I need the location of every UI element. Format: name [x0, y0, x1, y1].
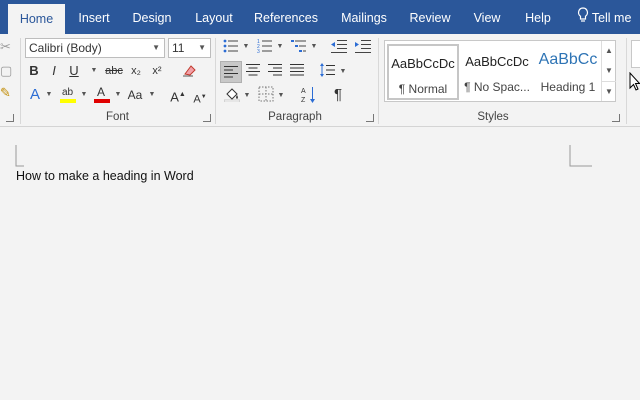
document-text[interactable]: How to make a heading in Word — [16, 169, 194, 183]
font-color-button[interactable]: A — [93, 84, 111, 103]
tab-view[interactable]: View — [464, 0, 510, 34]
sort-icon[interactable]: AZ — [300, 86, 318, 104]
tell-me-search[interactable]: Tell me — [568, 0, 640, 34]
tab-home[interactable]: Home — [8, 4, 65, 34]
grow-font-label: A — [170, 89, 179, 105]
font-size-select[interactable]: 11 ▼ — [168, 38, 211, 58]
tab-mailings[interactable]: Mailings — [332, 0, 396, 34]
paragraph-group-label: Paragraph — [268, 111, 322, 123]
mouse-cursor-icon — [629, 71, 640, 97]
gallery-scroll-up-icon[interactable]: ▲ — [601, 41, 616, 61]
ribbon-tab-bar: Home Insert Design Layout References Mai… — [0, 0, 640, 34]
align-center-button[interactable] — [245, 63, 261, 81]
shading-icon[interactable] — [223, 86, 241, 104]
font-family-select[interactable]: Calibri (Body) ▼ — [25, 38, 165, 58]
style-no-spacing[interactable]: AaBbCcDc ¶ No Spac... — [461, 44, 533, 100]
style-heading-1[interactable]: AaBbCc Heading 1 — [533, 44, 603, 100]
gallery-more-icon[interactable]: ▼ — [601, 81, 616, 101]
line-spacing-icon[interactable] — [318, 62, 336, 80]
svg-text:A: A — [97, 85, 105, 99]
bullets-icon[interactable] — [222, 38, 240, 56]
style-normal[interactable]: AaBbCcDc ¶ Normal — [387, 44, 459, 100]
superscript-button[interactable]: x² — [149, 62, 165, 80]
tell-me-label: Tell me — [591, 11, 632, 25]
align-right-button[interactable] — [267, 63, 283, 81]
font-size-value: 11 — [172, 41, 185, 55]
justify-button[interactable] — [289, 63, 305, 81]
lightbulb-icon — [577, 1, 589, 37]
clear-formatting-icon[interactable] — [180, 62, 198, 80]
svg-text:ab: ab — [62, 87, 74, 98]
tab-references[interactable]: References — [248, 0, 324, 34]
styles-gallery: AaBbCcDc ¶ Normal AaBbCcDc ¶ No Spac... … — [384, 40, 616, 102]
grow-font-button[interactable]: A▲ — [170, 86, 186, 104]
find-box-partial[interactable] — [631, 40, 640, 68]
svg-text:A: A — [301, 88, 306, 95]
multilevel-list-icon[interactable] — [290, 38, 308, 56]
numbering-icon[interactable]: 123 — [256, 38, 274, 56]
svg-text:3: 3 — [257, 49, 260, 54]
style-heading-1-sample: AaBbCc — [538, 51, 598, 68]
numbering-dropdown-icon[interactable]: ▼ — [276, 38, 284, 56]
text-effects-button[interactable]: A — [28, 86, 42, 104]
tab-review[interactable]: Review — [404, 0, 456, 34]
style-heading-1-name: Heading 1 — [540, 80, 596, 94]
cut-icon[interactable]: ✂ — [0, 38, 11, 56]
shading-dropdown-icon[interactable]: ▼ — [243, 87, 251, 105]
gallery-scroll-down-icon[interactable]: ▼ — [601, 61, 616, 81]
borders-dropdown-icon[interactable]: ▼ — [277, 87, 285, 105]
line-spacing-dropdown-icon[interactable]: ▼ — [339, 63, 347, 81]
show-formatting-marks-icon[interactable]: ¶ — [330, 86, 346, 104]
tab-help[interactable]: Help — [516, 0, 560, 34]
subscript-button[interactable]: x₂ — [128, 62, 144, 80]
multilevel-list-dropdown-icon[interactable]: ▼ — [310, 38, 318, 56]
font-group-label: Font — [105, 111, 129, 123]
styles-dialog-launcher[interactable] — [612, 114, 620, 122]
increase-indent-icon[interactable] — [354, 38, 372, 56]
chevron-down-icon: ▼ — [198, 43, 206, 52]
shrink-font-label: A — [193, 93, 201, 106]
strikethrough-button[interactable]: abc — [103, 62, 125, 80]
copy-icon[interactable]: ▢ — [0, 62, 12, 80]
font-dialog-launcher[interactable] — [203, 114, 211, 122]
highlight-color-button[interactable]: ab — [59, 84, 77, 103]
bullets-dropdown-icon[interactable]: ▼ — [242, 38, 250, 56]
italic-button[interactable]: I — [48, 62, 60, 80]
tab-layout[interactable]: Layout — [186, 0, 242, 34]
bold-button[interactable]: B — [28, 62, 40, 80]
align-left-button[interactable] — [220, 61, 242, 83]
clipboard-dialog-launcher[interactable] — [6, 114, 14, 122]
highlight-dropdown-icon[interactable]: ▼ — [80, 86, 88, 104]
paragraph-dialog-launcher[interactable] — [366, 114, 374, 122]
svg-text:Z: Z — [301, 97, 306, 104]
tab-design[interactable]: Design — [124, 0, 180, 34]
change-case-dropdown-icon[interactable]: ▼ — [148, 86, 156, 104]
underline-button[interactable]: U — [68, 62, 80, 80]
style-no-spacing-name: ¶ No Spac... — [464, 80, 530, 94]
format-painter-icon[interactable]: ✎ — [0, 84, 11, 102]
style-normal-name: ¶ Normal — [398, 82, 448, 96]
underline-dropdown-icon[interactable]: ▼ — [90, 62, 98, 80]
borders-icon[interactable] — [257, 86, 275, 104]
text-effects-dropdown-icon[interactable]: ▼ — [45, 86, 53, 104]
style-normal-sample: AaBbCcDc — [391, 56, 455, 71]
page-corner-mark — [569, 145, 592, 167]
font-family-value: Calibri (Body) — [29, 41, 102, 55]
styles-group-label: Styles — [477, 111, 509, 123]
group-separator — [626, 38, 627, 124]
chevron-down-icon: ▼ — [152, 43, 160, 52]
font-color-dropdown-icon[interactable]: ▼ — [114, 86, 122, 104]
decrease-indent-icon[interactable] — [330, 38, 348, 56]
page-corner-mark — [15, 145, 24, 167]
style-no-spacing-sample: AaBbCcDc — [465, 54, 529, 69]
shrink-font-button[interactable]: A▼ — [193, 88, 207, 106]
change-case-button[interactable]: Aa — [126, 86, 144, 104]
tab-insert[interactable]: Insert — [68, 0, 120, 34]
